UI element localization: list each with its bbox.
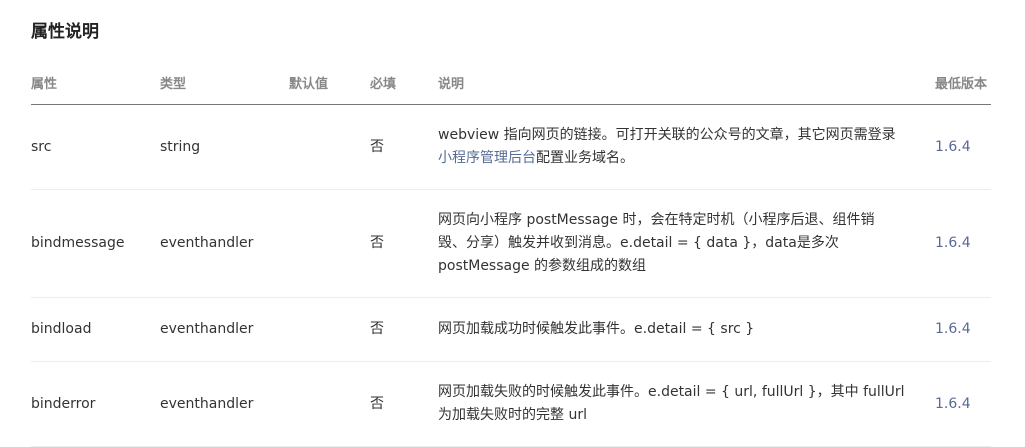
description-line: 小程序管理后台配置业务域名。	[438, 147, 915, 170]
type-cell: string	[160, 104, 289, 190]
description-cell: 网页加载失败的时候触发此事件。e.detail = { url, fullUrl…	[438, 361, 935, 447]
default-cell	[289, 189, 370, 298]
attr-cell: bindmessage	[31, 189, 160, 298]
column-header-description: 说明	[438, 60, 935, 105]
default-cell	[289, 104, 370, 190]
description-cell: 网页加载成功时候触发此事件。e.detail = { src }	[438, 297, 935, 362]
description-line: 网页加载失败的时候触发此事件。e.detail = { url, fullUrl…	[438, 384, 905, 400]
table-row: src string 否 webview 指向网页的链接。可打开关联的公众号的文…	[31, 104, 991, 190]
column-header-required: 必填	[370, 60, 438, 105]
version-cell: 1.6.4	[935, 361, 991, 447]
table-row: bindload eventhandler 否 网页加载成功时候触发此事件。e.…	[31, 297, 991, 362]
type-cell: eventhandler	[160, 297, 289, 362]
description-line: postMessage 的参数组成的数组	[438, 258, 647, 274]
version-cell: 1.6.4	[935, 104, 991, 190]
default-cell	[289, 297, 370, 362]
type-cell: eventhandler	[160, 189, 289, 298]
column-header-attr: 属性	[31, 60, 160, 105]
attr-cell: src	[31, 104, 160, 190]
description-text: 配置业务域名。	[536, 150, 634, 166]
description-line: 网页向小程序 postMessage 时，会在特定时机（小程序后退、组件销	[438, 212, 875, 228]
table-row: binderror eventhandler 否 网页加载失败的时候触发此事件。…	[31, 361, 991, 447]
column-header-min-version: 最低版本	[935, 60, 991, 105]
description-line: 网页加载成功时候触发此事件。e.detail = { src }	[438, 321, 755, 337]
description-cell: webview 指向网页的链接。可打开关联的公众号的文章，其它网页需登录 小程序…	[438, 104, 935, 190]
required-cell: 否	[370, 361, 438, 447]
description-line: 为加载失败时的完整 url	[438, 407, 587, 423]
default-cell	[289, 361, 370, 447]
section-title: 属性说明	[31, 22, 99, 42]
attr-cell: bindload	[31, 297, 160, 362]
required-cell: 否	[370, 297, 438, 362]
table-header-row: 属性 类型 默认值 必填 说明 最低版本	[31, 60, 991, 105]
type-cell: eventhandler	[160, 361, 289, 447]
version-cell: 1.6.4	[935, 297, 991, 362]
version-cell: 1.6.4	[935, 189, 991, 298]
required-cell: 否	[370, 189, 438, 298]
column-header-type: 类型	[160, 60, 289, 105]
attr-cell: binderror	[31, 361, 160, 447]
description-line: 毁、分享）触发并收到消息。e.detail = { data }，data是多次	[438, 235, 839, 251]
admin-console-link[interactable]: 小程序管理后台	[438, 150, 536, 166]
description-cell: 网页向小程序 postMessage 时，会在特定时机（小程序后退、组件销 毁、…	[438, 189, 935, 298]
column-header-default: 默认值	[289, 60, 370, 105]
description-line: webview 指向网页的链接。可打开关联的公众号的文章，其它网页需登录	[438, 127, 896, 143]
required-cell: 否	[370, 104, 438, 190]
properties-table: 属性 类型 默认值 必填 说明 最低版本 src string 否 webvie…	[31, 60, 991, 447]
table-row: bindmessage eventhandler 否 网页向小程序 postMe…	[31, 189, 991, 298]
